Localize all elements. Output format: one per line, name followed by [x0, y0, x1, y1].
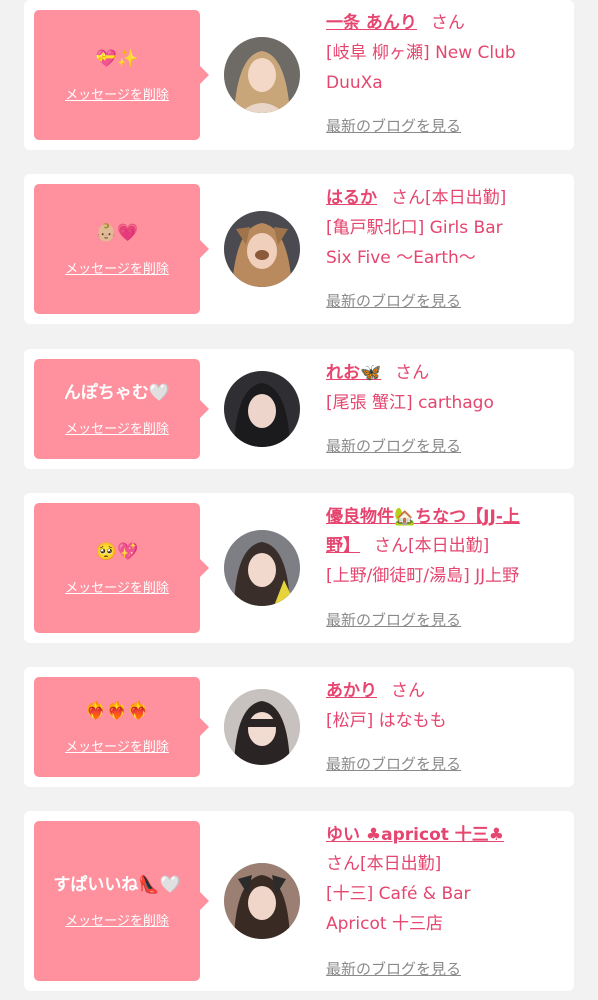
- cast-suffix: さん[本日出勤]: [326, 854, 442, 874]
- latest-blog-link[interactable]: 最新のブログを見る: [326, 609, 461, 630]
- cast-suffix: さん: [391, 681, 425, 701]
- message-text: すぱいいね👠🤍: [53, 874, 181, 895]
- shop-line: [十三] Café & Bar: [326, 884, 471, 904]
- cast-info: はるか さん[本日出勤] [亀戸駅北口] Girls Bar Six Five 〜…: [326, 184, 566, 273]
- cast-info: あかり さん [松戸] はなもも: [326, 677, 566, 736]
- avatar[interactable]: [224, 211, 300, 287]
- message-text: んぽちゃむ🤍: [63, 382, 171, 403]
- cast-suffix: さん[本日出勤]: [391, 188, 507, 208]
- shop-line: DuuXa: [326, 73, 383, 93]
- latest-blog-link[interactable]: 最新のブログを見る: [326, 115, 461, 136]
- latest-blog-link[interactable]: 最新のブログを見る: [326, 290, 461, 311]
- message-text: 🥺💖: [95, 541, 139, 562]
- latest-blog-link[interactable]: 最新のブログを見る: [326, 753, 461, 774]
- shop-line: Apricot 十三店: [326, 914, 443, 934]
- latest-blog-link[interactable]: 最新のブログを見る: [326, 958, 461, 979]
- cast-name-link[interactable]: ゆい ♣apricot 十三♣: [326, 825, 504, 845]
- shop-line: [上野/御徒町/湯島] JJ上野: [326, 566, 520, 586]
- message-text: 👶🏼💗: [95, 222, 139, 243]
- message-text: 💝✨: [95, 48, 139, 69]
- message-bubble: すぱいいね👠🤍 メッセージを削除: [34, 821, 209, 981]
- message-text: ❤️‍🔥❤️‍🔥❤️‍🔥: [85, 700, 149, 721]
- avatar[interactable]: [224, 371, 300, 447]
- cast-name-link[interactable]: 優良物件🏡ちなつ【JJ-上: [326, 507, 520, 527]
- cast-name-link[interactable]: れお🦋: [326, 363, 381, 383]
- message-card: すぱいいね👠🤍 メッセージを削除 ゆい ♣apricot 十三♣ さん[本日出勤…: [24, 811, 574, 991]
- shop-line: [尾張 蟹江] carthago: [326, 393, 494, 413]
- name-line: ゆい ♣apricot 十三♣: [326, 821, 566, 850]
- cast-suffix: さん: [430, 13, 465, 33]
- shop-line: [岐阜 柳ヶ瀬] New Club: [326, 43, 516, 63]
- name-line: れお🦋 さん: [326, 359, 566, 388]
- cast-name-link[interactable]: あかり: [326, 681, 377, 701]
- delete-message-link[interactable]: メッセージを削除: [65, 577, 169, 596]
- delete-message-link[interactable]: メッセージを削除: [65, 910, 169, 929]
- shop-line: [亀戸駅北口] Girls Bar: [326, 218, 503, 238]
- delete-message-link[interactable]: メッセージを削除: [65, 84, 169, 103]
- avatar[interactable]: [224, 37, 300, 113]
- delete-message-link[interactable]: メッセージを削除: [65, 418, 169, 437]
- name-line: あかり さん: [326, 677, 566, 706]
- cast-name-link[interactable]: 野】: [326, 536, 360, 556]
- cast-info: 一条 あんり さん [岐阜 柳ヶ瀬] New Club DuuXa: [326, 9, 566, 98]
- message-card: ❤️‍🔥❤️‍🔥❤️‍🔥 メッセージを削除 あかり さん [松戸] はなもも 最新…: [24, 667, 574, 787]
- message-bubble: んぽちゃむ🤍 メッセージを削除: [34, 359, 209, 459]
- cast-name-link[interactable]: はるか: [326, 188, 377, 208]
- shop-line: Six Five 〜Earth〜: [326, 248, 476, 268]
- avatar[interactable]: [224, 863, 300, 939]
- avatar[interactable]: [224, 530, 300, 606]
- name-line: 野】 さん[本日出勤]: [326, 532, 566, 561]
- cast-suffix: さん: [395, 363, 430, 383]
- message-bubble: 🥺💖 メッセージを削除: [34, 503, 209, 633]
- message-bubble: 💝✨ メッセージを削除: [34, 10, 209, 140]
- delete-message-link[interactable]: メッセージを削除: [65, 736, 169, 755]
- message-card: んぽちゃむ🤍 メッセージを削除 れお🦋 さん [尾張 蟹江] carthago 最…: [24, 349, 574, 469]
- cast-info: ゆい ♣apricot 十三♣ さん[本日出勤] [十三] Café & Bar…: [326, 821, 566, 939]
- name-line: さん[本日出勤]: [326, 850, 566, 879]
- message-bubble: ❤️‍🔥❤️‍🔥❤️‍🔥 メッセージを削除: [34, 677, 209, 777]
- name-line: 優良物件🏡ちなつ【JJ-上: [326, 503, 566, 532]
- message-bubble: 👶🏼💗 メッセージを削除: [34, 184, 209, 314]
- cast-suffix: さん[本日出勤]: [374, 536, 490, 556]
- shop-line: [松戸] はなもも: [326, 711, 447, 731]
- avatar[interactable]: [224, 689, 300, 765]
- latest-blog-link[interactable]: 最新のブログを見る: [326, 435, 461, 456]
- message-card: 💝✨ メッセージを削除 一条 あんり さん [岐阜 柳ヶ瀬] New Club D…: [24, 0, 574, 150]
- cast-info: れお🦋 さん [尾張 蟹江] carthago: [326, 359, 566, 418]
- cast-info: 優良物件🏡ちなつ【JJ-上 野】 さん[本日出勤] [上野/御徒町/湯島] JJ上…: [326, 503, 566, 591]
- name-line: はるか さん[本日出勤]: [326, 184, 566, 213]
- delete-message-link[interactable]: メッセージを削除: [65, 258, 169, 277]
- name-line: 一条 あんり さん: [326, 9, 566, 38]
- cast-name-link[interactable]: 一条 あんり: [326, 13, 417, 33]
- message-card: 👶🏼💗 メッセージを削除 はるか さん[本日出勤] [亀戸駅北口] Girls B…: [24, 174, 574, 324]
- message-card: 🥺💖 メッセージを削除 優良物件🏡ちなつ【JJ-上 野】 さん[本日出勤] [上野…: [24, 493, 574, 643]
